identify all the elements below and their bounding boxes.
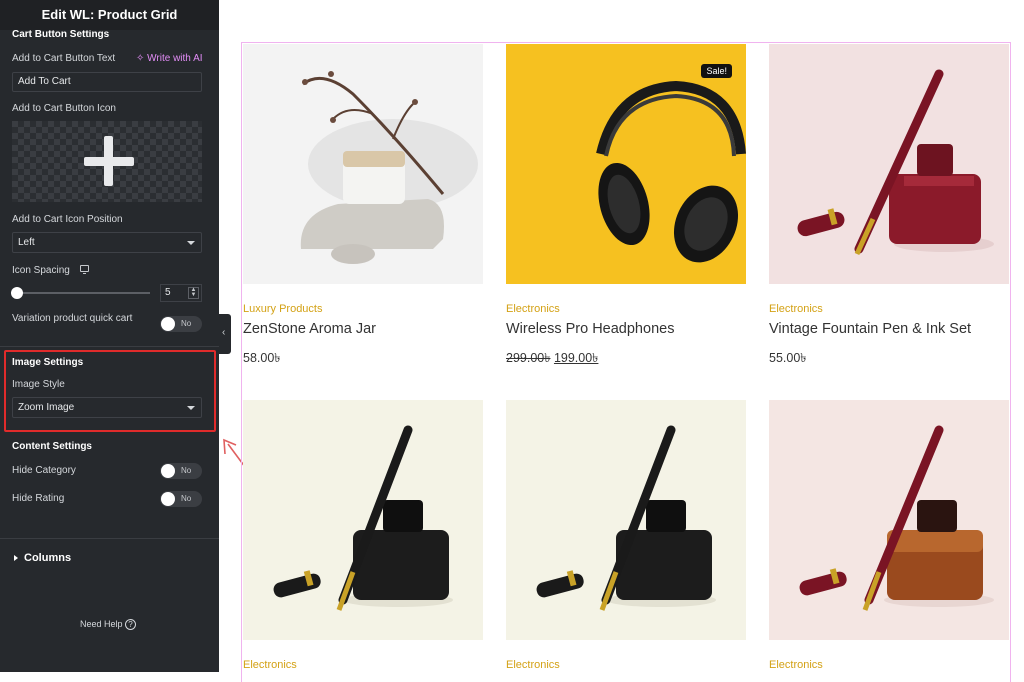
product-category[interactable]: Electronics	[769, 303, 823, 315]
image-settings-highlight	[4, 350, 216, 432]
variation-quick-cart-toggle[interactable]: No	[160, 316, 202, 332]
fountain-pen-image	[797, 69, 994, 256]
product-price: 58.00৳	[243, 351, 281, 365]
icon-spacing-input[interactable]: 5 ▲ ▼	[160, 284, 202, 302]
editor-panel: Edit WL: Product Grid Cart Button Settin…	[0, 0, 219, 672]
product-grid-preview: Luxury Products ZenStone Aroma Jar 58.00…	[241, 42, 1011, 682]
icon-spacing-value: 5	[165, 287, 171, 298]
product-category[interactable]: Luxury Products	[243, 303, 322, 315]
product-image[interactable]	[243, 400, 483, 640]
write-with-ai-button[interactable]: ✧ Write with AI	[136, 53, 203, 64]
black-pen-image	[273, 425, 453, 611]
old-price: 299.00৳	[506, 351, 551, 365]
desktop-icon[interactable]	[80, 265, 89, 274]
product-image[interactable]	[769, 400, 1009, 640]
caret-right-icon[interactable]	[14, 555, 18, 561]
caret-down-icon	[187, 241, 195, 245]
product-image[interactable]: Sale!	[506, 44, 746, 284]
product-image[interactable]	[506, 400, 746, 640]
product-name[interactable]: ZenStone Aroma Jar	[243, 321, 376, 337]
cart-text-input[interactable]: Add To Cart	[12, 72, 202, 92]
icon-position-label: Add to Cart Icon Position	[12, 214, 123, 225]
icon-picker[interactable]	[12, 121, 202, 202]
hide-rating-label: Hide Rating	[12, 493, 65, 504]
product-category[interactable]: Electronics	[506, 659, 560, 671]
product-image[interactable]	[769, 44, 1009, 284]
icon-spacing-slider-track[interactable]	[17, 292, 150, 294]
variation-quick-cart-label: Variation product quick cart	[12, 313, 133, 324]
icon-spacing-slider-handle[interactable]	[11, 287, 23, 299]
product-price: 299.00৳ 199.00৳	[506, 350, 598, 370]
chevron-left-icon: ‹	[222, 327, 226, 338]
amber-ink-pen-image	[799, 425, 994, 611]
product-category[interactable]: Electronics	[769, 659, 823, 671]
icon-position-value: Left	[18, 237, 35, 248]
cart-icon-label: Add to Cart Button Icon	[12, 103, 116, 114]
hide-rating-toggle[interactable]: No	[160, 491, 202, 507]
icon-position-select[interactable]: Left	[12, 232, 202, 253]
cart-button-section-title[interactable]: Cart Button Settings	[12, 29, 109, 40]
hide-category-toggle[interactable]: No	[160, 463, 202, 479]
need-help-link[interactable]: Need Help	[80, 619, 123, 629]
headphones-image	[596, 80, 746, 263]
aroma-jar-image	[300, 71, 478, 264]
product-category[interactable]: Electronics	[243, 659, 297, 671]
product-category[interactable]: Electronics	[506, 303, 560, 315]
stepper-icon[interactable]: ▲ ▼	[188, 287, 199, 299]
product-name[interactable]: Vintage Fountain Pen & Ink Set	[769, 321, 971, 337]
sale-price: 199.00৳	[553, 351, 599, 365]
hide-category-label: Hide Category	[12, 465, 76, 476]
cart-text-label: Add to Cart Button Text	[12, 53, 116, 64]
product-name[interactable]: Wireless Pro Headphones	[506, 321, 674, 337]
sale-badge: Sale!	[701, 64, 732, 78]
product-image[interactable]	[243, 44, 483, 284]
product-price: 55.00৳	[769, 351, 807, 365]
collapse-panel-button[interactable]: ‹	[219, 314, 231, 354]
black-pen-image	[536, 425, 716, 611]
icon-spacing-label: Icon Spacing	[12, 265, 70, 276]
help-icon[interactable]: ?	[125, 619, 136, 630]
content-settings-title[interactable]: Content Settings	[12, 441, 92, 452]
panel-title: Edit WL: Product Grid	[0, 0, 219, 30]
columns-section-title[interactable]: Columns	[24, 552, 71, 564]
